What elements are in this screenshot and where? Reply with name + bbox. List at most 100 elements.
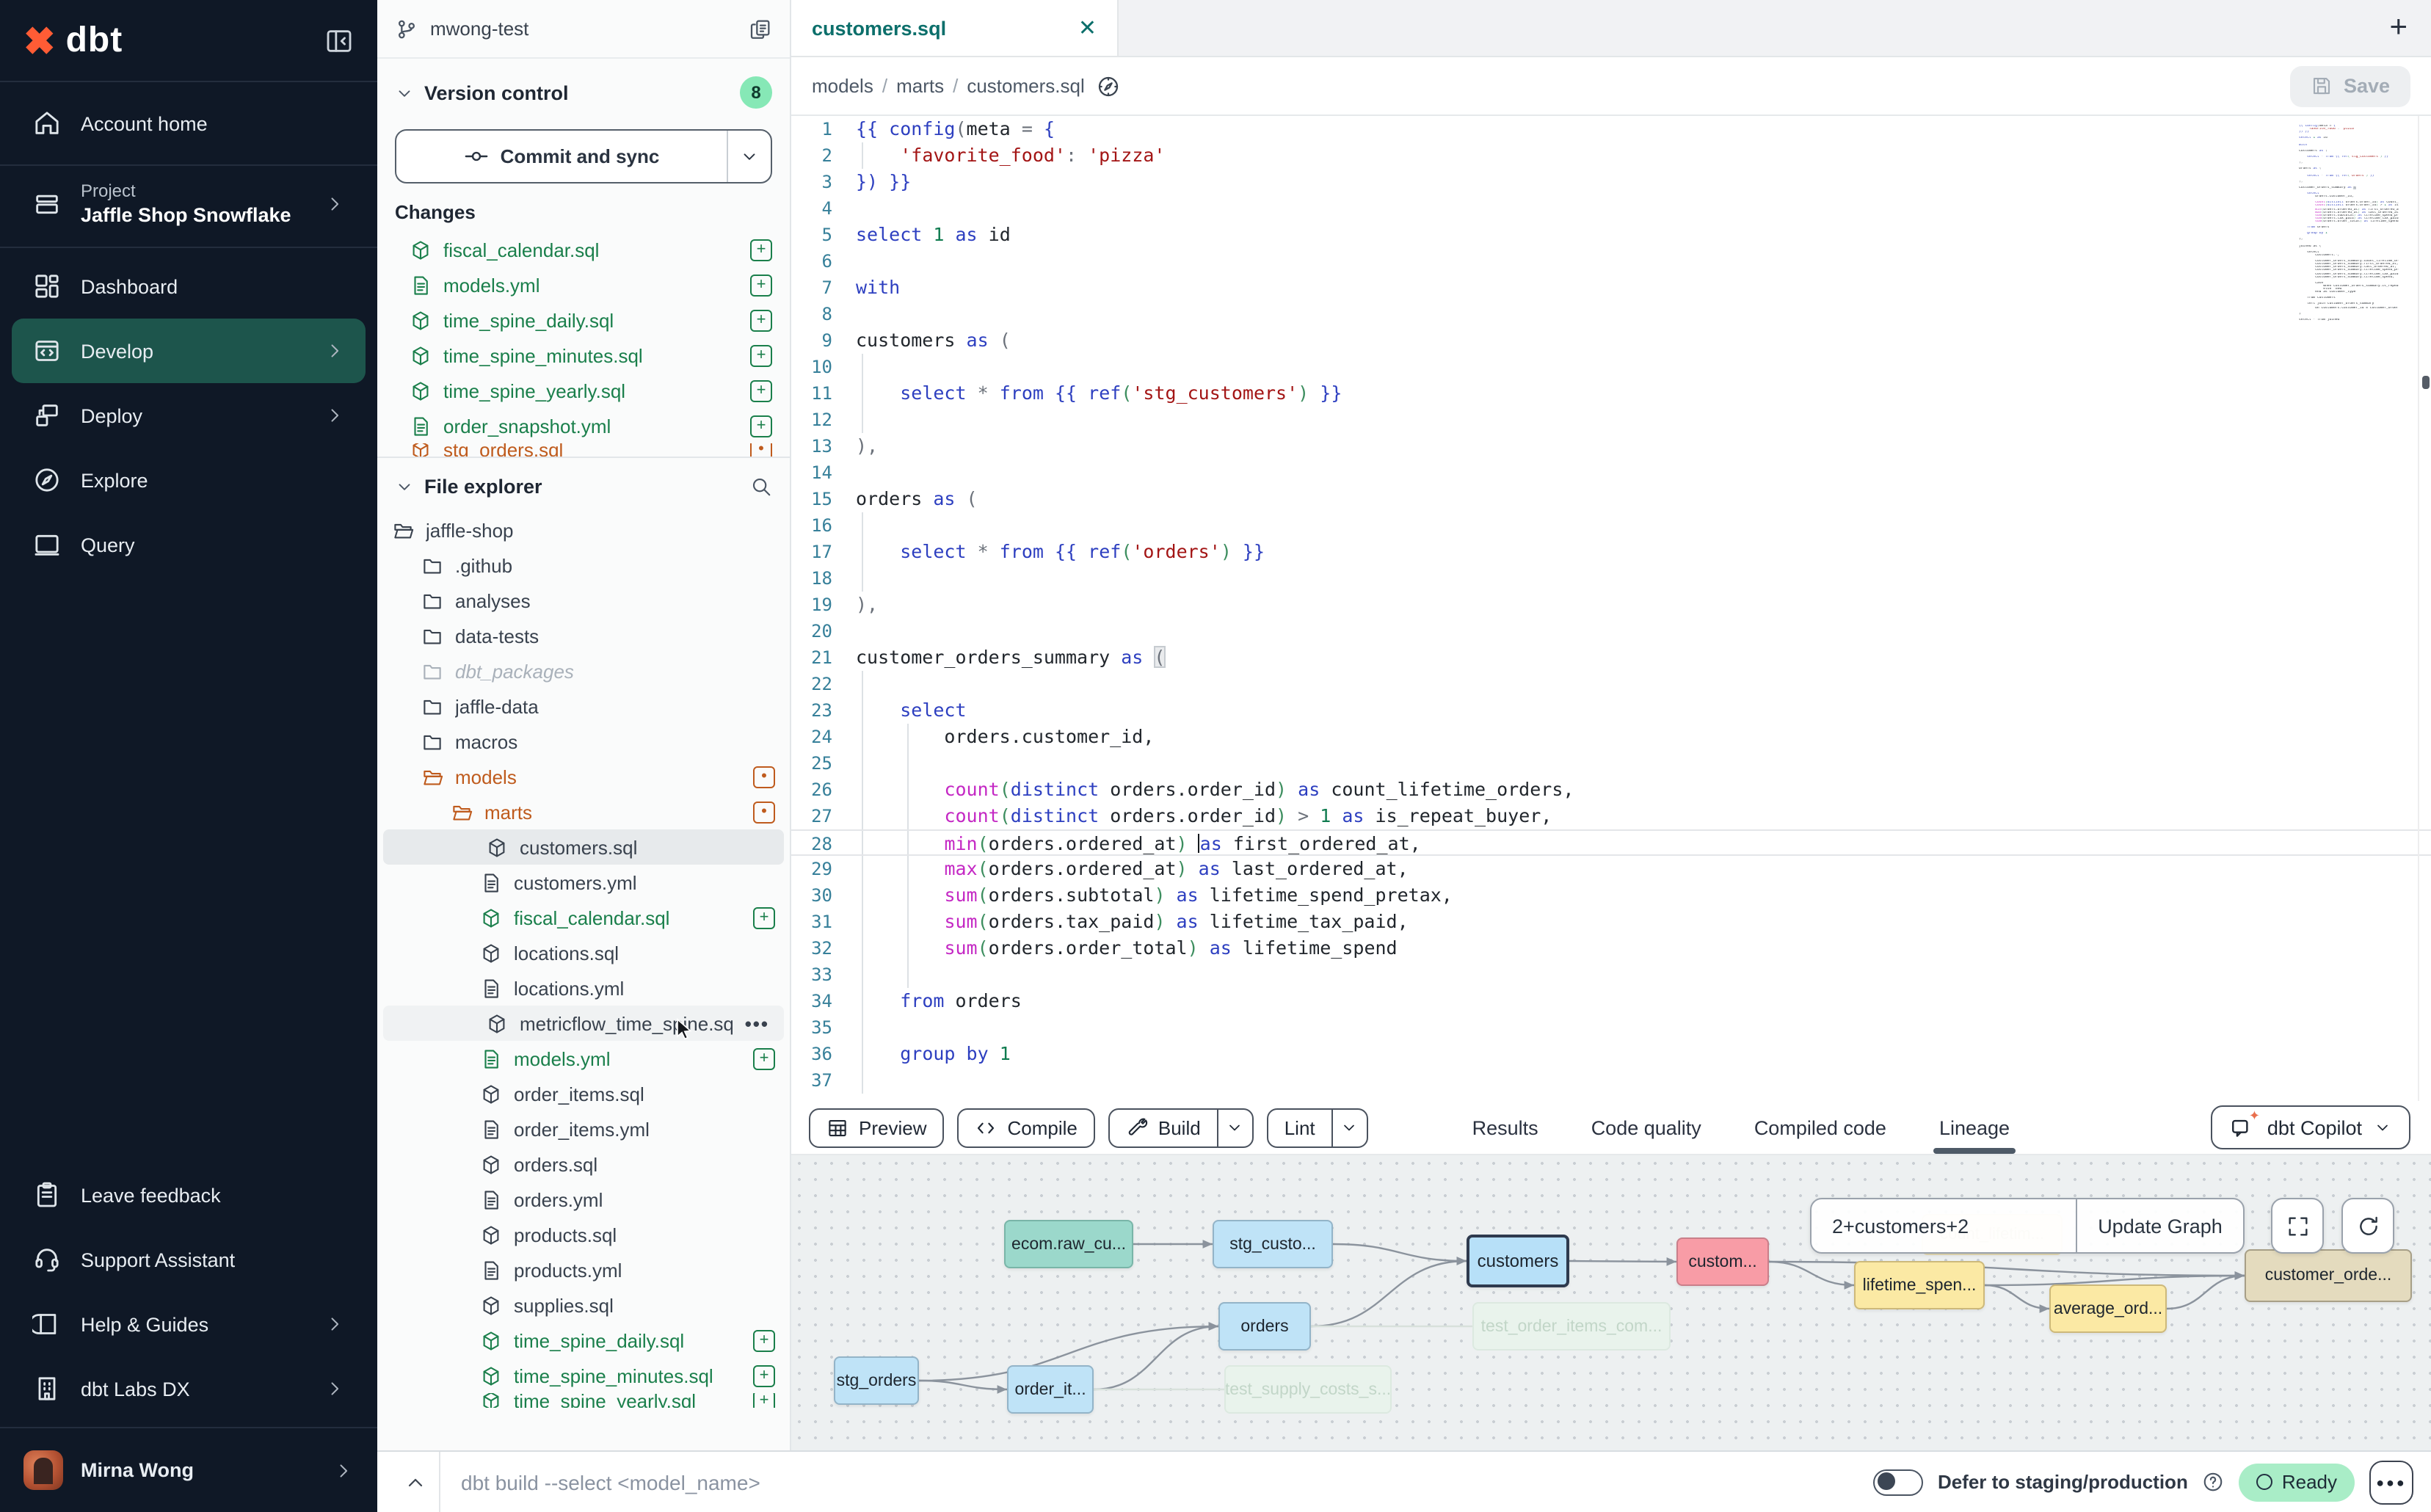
sidebar-item-develop[interactable]: Develop — [12, 319, 366, 383]
tree-item-dbt_packages[interactable]: dbt_packages — [377, 653, 790, 688]
code-line-17[interactable]: 17 select * from {{ ref('orders') }} — [791, 539, 2431, 565]
lineage-node-toi[interactable]: test_order_items_com... — [1472, 1302, 1671, 1351]
code-line-16[interactable]: 16 — [791, 512, 2431, 539]
code-line-11[interactable]: 11 select * from {{ ref('stg_customers')… — [791, 380, 2431, 407]
tree-item-customers.sql[interactable]: customers.sql — [383, 829, 784, 865]
tree-item-data-tests[interactable]: data-tests — [377, 618, 790, 653]
search-icon[interactable] — [750, 476, 772, 498]
stage-file-button[interactable]: • — [750, 443, 772, 457]
code-line-10[interactable]: 10 — [791, 354, 2431, 380]
tree-item-customers.yml[interactable]: customers.yml — [377, 865, 790, 900]
tree-item-order_items.sql[interactable]: order_items.sql — [377, 1076, 790, 1111]
code-line-6[interactable]: 6 — [791, 248, 2431, 275]
code-line-36[interactable]: 36 group by 1 — [791, 1041, 2431, 1067]
stage-file-button[interactable]: + — [750, 239, 772, 261]
sidebar-item-explore[interactable]: Explore — [12, 448, 366, 512]
version-control-header[interactable]: Version control 8 — [377, 59, 790, 120]
tree-item-products.sql[interactable]: products.sql — [377, 1217, 790, 1252]
tree-item-jaffle-data[interactable]: jaffle-data — [377, 688, 790, 724]
sidebar-item-dbt-labs-dx[interactable]: dbt Labs DX — [12, 1356, 366, 1421]
change-item-time_spine_minutes.sql[interactable]: time_spine_minutes.sql+ — [377, 338, 790, 373]
tab-code-quality[interactable]: Code quality — [1591, 1101, 1701, 1154]
lineage-node-pink[interactable]: custom... — [1676, 1237, 1769, 1286]
stage-file-button[interactable]: + — [750, 415, 772, 437]
lineage-node-stgc[interactable]: stg_custo... — [1213, 1220, 1333, 1268]
code-line-28[interactable]: 28 min(orders.ordered_at) as first_order… — [791, 829, 2431, 856]
tree-item-models[interactable]: models• — [377, 759, 790, 794]
breadcrumb-customers-sql[interactable]: customers.sql — [967, 75, 1084, 97]
expand-command-bar-icon[interactable] — [404, 1470, 427, 1494]
stage-file-button[interactable]: + — [753, 1047, 775, 1069]
copy-icon[interactable] — [749, 17, 772, 40]
code-line-3[interactable]: 3}) }} — [791, 169, 2431, 195]
lint-button[interactable]: Lint — [1267, 1108, 1368, 1147]
sidebar-item-project[interactable]: Project Jaffle Shop Snowflake — [0, 166, 377, 248]
preview-button[interactable]: Preview — [809, 1108, 945, 1147]
code-line-23[interactable]: 23 select — [791, 697, 2431, 724]
sidebar-item-support-assistant[interactable]: Support Assistant — [12, 1227, 366, 1292]
file-explorer-header[interactable]: File explorer — [377, 458, 790, 509]
code-line-20[interactable]: 20 — [791, 618, 2431, 644]
build-button[interactable]: Build — [1108, 1108, 1254, 1147]
sidebar-item-deploy[interactable]: Deploy — [12, 383, 366, 448]
code-line-2[interactable]: 2 'favorite_food': 'pizza' — [791, 142, 2431, 169]
tab-lineage[interactable]: Lineage — [1939, 1101, 2010, 1154]
tree-item-order_items.yml[interactable]: order_items.yml — [377, 1111, 790, 1146]
code-line-37[interactable]: 37 — [791, 1067, 2431, 1094]
code-line-12[interactable]: 12 — [791, 407, 2431, 433]
collapse-sidebar-icon[interactable] — [324, 26, 354, 55]
code-line-34[interactable]: 34 from orders — [791, 988, 2431, 1014]
change-item-time_spine_daily.sql[interactable]: time_spine_daily.sql+ — [377, 302, 790, 338]
tab-compiled-code[interactable]: Compiled code — [1754, 1101, 1886, 1154]
change-item-order_snapshot.yml[interactable]: order_snapshot.yml+ — [377, 408, 790, 443]
refresh-button[interactable] — [2341, 1198, 2394, 1254]
tree-item-products.yml[interactable]: products.yml — [377, 1252, 790, 1287]
change-item-time_spine_yearly.sql[interactable]: time_spine_yearly.sql+ — [377, 373, 790, 408]
tree-item-locations.yml[interactable]: locations.yml — [377, 970, 790, 1006]
fullscreen-button[interactable] — [2271, 1198, 2324, 1254]
close-tab-icon[interactable]: ✕ — [1078, 15, 1097, 41]
lineage-node-tsc[interactable]: test_supply_costs_s... — [1224, 1365, 1392, 1414]
lineage-node-avg[interactable]: average_ord... — [2049, 1284, 2167, 1333]
code-line-29[interactable]: 29 max(orders.ordered_at) as last_ordere… — [791, 856, 2431, 882]
commit-options-chevron[interactable] — [727, 131, 771, 182]
code-line-35[interactable]: 35 — [791, 1014, 2431, 1041]
tree-item-fiscal_calendar.sql[interactable]: fiscal_calendar.sql+ — [377, 900, 790, 935]
commit-and-sync-button[interactable]: Commit and sync — [395, 129, 772, 183]
minimap[interactable]: {{ config(meta = { 'favorite_food': 'piz… — [2299, 125, 2399, 321]
dbt-copilot-button[interactable]: ✦ dbt Copilot — [2212, 1105, 2410, 1149]
stage-file-button[interactable]: + — [750, 344, 772, 366]
code-line-27[interactable]: 27 count(distinct orders.order_id) > 1 a… — [791, 803, 2431, 829]
breadcrumb-marts[interactable]: marts — [896, 75, 944, 97]
command-input[interactable]: dbt build --select <model_name> — [461, 1470, 1873, 1494]
lineage-search-input[interactable]: 2+customers+2 — [1812, 1199, 2076, 1252]
stage-file-button[interactable]: + — [753, 1393, 775, 1408]
code-line-14[interactable]: 14 — [791, 459, 2431, 486]
breadcrumb-models[interactable]: models — [812, 75, 873, 97]
tree-item-analyses[interactable]: analyses — [377, 583, 790, 618]
new-tab-button[interactable]: + — [2366, 10, 2431, 46]
code-line-7[interactable]: 7with — [791, 275, 2431, 301]
sidebar-item-leave-feedback[interactable]: Leave feedback — [12, 1163, 366, 1227]
code-line-22[interactable]: 22 — [791, 671, 2431, 697]
tree-item-metricflow_time_spine.sql[interactable]: metricflow_time_spine.sql••• — [383, 1006, 784, 1041]
explore-file-icon[interactable] — [1097, 74, 1120, 98]
stage-file-button[interactable]: + — [750, 309, 772, 331]
stage-file-button[interactable]: + — [750, 274, 772, 296]
code-line-19[interactable]: 19), — [791, 592, 2431, 618]
update-graph-button[interactable]: Update Graph — [2076, 1199, 2243, 1252]
lint-options-chevron[interactable] — [1331, 1109, 1367, 1146]
more-options-button[interactable]: ●●● — [2369, 1460, 2413, 1504]
code-line-32[interactable]: 32 sum(orders.order_total) as lifetime_s… — [791, 935, 2431, 962]
tree-item-supplies.sql[interactable]: supplies.sql — [377, 1287, 790, 1323]
code-line-31[interactable]: 31 sum(orders.tax_paid) as lifetime_tax_… — [791, 909, 2431, 935]
lineage-node-oit[interactable]: order_it... — [1007, 1365, 1094, 1414]
stage-file-button[interactable]: + — [753, 1364, 775, 1386]
stage-file-button[interactable]: + — [753, 1329, 775, 1351]
tree-item-models.yml[interactable]: models.yml+ — [377, 1041, 790, 1076]
sidebar-item-dashboard[interactable]: Dashboard — [12, 254, 366, 319]
stage-file-button[interactable]: + — [753, 906, 775, 928]
editor-scrollbar[interactable] — [2418, 116, 2431, 1101]
tree-item-jaffle-shop[interactable]: jaffle-shop — [377, 512, 790, 548]
lineage-node-cust[interactable]: customers — [1467, 1235, 1569, 1287]
